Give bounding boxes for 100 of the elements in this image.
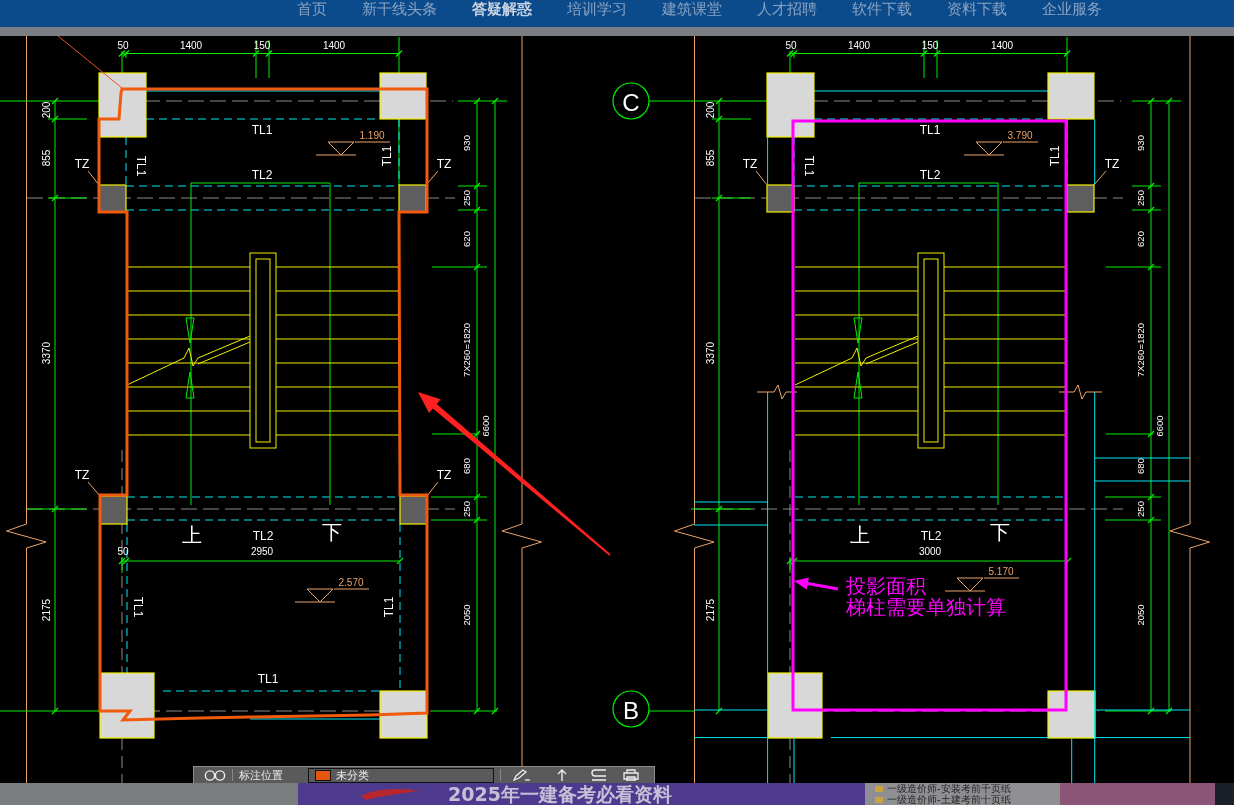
dimension-label: 1400 [990, 39, 1014, 51]
extension-line [1105, 433, 1154, 435]
dimension-label: 200 [40, 101, 52, 119]
extension-line [711, 118, 752, 120]
elevation-marker-icon [315, 141, 357, 156]
dimension-label: 50 [785, 39, 797, 51]
dimension-label: 620 [1134, 231, 1146, 247]
extension-line [1104, 519, 1162, 521]
dimension-label: 855 [40, 149, 52, 167]
extension-line [711, 197, 752, 199]
extension-line [457, 100, 508, 102]
leader-line [755, 170, 768, 186]
extension-line [936, 39, 938, 79]
elevation-label: 1.190 [359, 129, 385, 141]
extension-line [1131, 100, 1182, 102]
dimension-label: 50 [117, 545, 129, 557]
pencil-icon[interactable] [513, 769, 531, 781]
column-tag: TZ [74, 468, 90, 482]
beam-label: TL1 [134, 155, 148, 177]
dimension-label: 250 [1134, 501, 1146, 517]
leader-line [1093, 170, 1107, 186]
elevation-marker-icon [944, 577, 986, 592]
dimension-label: 50 [117, 39, 129, 51]
dimension-label: 250 [1134, 190, 1146, 206]
banner-title: 2025年一建备考必看资料 [448, 783, 672, 805]
nav-link[interactable]: 建筑课堂 [662, 1, 722, 18]
column-block [766, 72, 815, 138]
leader-line [87, 481, 101, 497]
elevation-marker-icon [963, 141, 1005, 156]
column-tag: TZ [742, 157, 758, 171]
banner-link[interactable]: 一级造价师-土建考前十页纸 [875, 794, 1060, 805]
arrowhead-icon [185, 317, 195, 344]
nav-link[interactable]: 新干线头条 [362, 1, 437, 18]
dimension-label: 1400 [322, 39, 346, 51]
dimension-label: 3370 [704, 341, 716, 365]
column-block [99, 672, 155, 739]
beam-label: TL1 [251, 123, 273, 137]
column-block [1047, 72, 1095, 120]
dimension-label: 680 [460, 458, 472, 474]
extension-line [789, 556, 791, 574]
break-line [1169, 523, 1210, 549]
extension-line [457, 209, 488, 211]
printer-icon[interactable] [623, 769, 639, 781]
grid-bubble: B [612, 690, 650, 728]
nav-link[interactable]: 首页 [297, 1, 327, 18]
elevation-marker-icon [294, 588, 336, 603]
column-block [379, 690, 428, 739]
beam-label: TL2 [252, 529, 274, 543]
ad-banner[interactable]: 2025年一建备考必看资料 [298, 783, 865, 805]
grid-bubble: C [612, 82, 650, 120]
dimension-label: 250 [460, 501, 472, 517]
stair-column-block [766, 184, 795, 213]
callout-arrow [794, 577, 839, 591]
dimension-label: 2050 [460, 604, 472, 626]
elevation-line [333, 588, 370, 590]
dimension-label: 2950 [250, 545, 274, 557]
arrowhead-icon [185, 371, 195, 399]
nav-link[interactable]: 企业服务 [1042, 1, 1102, 18]
rings-icon[interactable] [204, 769, 226, 781]
edge-line [767, 136, 769, 185]
dimension-label: 3370 [40, 341, 52, 365]
axis-line [648, 710, 695, 712]
column-tag: TZ [436, 157, 452, 171]
column-block [767, 672, 823, 739]
callout-text: 梯柱需要单独计算 [846, 596, 1006, 619]
dimension-label: 680 [1134, 458, 1146, 474]
banner-link[interactable]: 一级造价师-安装考前千页纸 [875, 783, 1060, 794]
nav-link[interactable]: 培训学习 [567, 1, 627, 18]
beam-label: TL1 [1048, 145, 1062, 167]
nav-link[interactable]: 答疑解惑 [472, 1, 532, 18]
dimension-label: 1400 [847, 39, 871, 51]
nav-link[interactable]: 资料下载 [947, 1, 1007, 18]
dimension-label: 6600 [1153, 415, 1165, 437]
extension-line [431, 433, 480, 435]
dimension-label: 3000 [918, 545, 942, 557]
elevation-label: 2.570 [338, 576, 364, 588]
dimension-label: 150 [253, 39, 271, 51]
column-block [98, 72, 147, 138]
dimension-label: 2175 [40, 598, 52, 622]
dimension-label: 150 [921, 39, 939, 51]
extension-line [26, 508, 88, 510]
nav-link[interactable]: 软件下载 [852, 1, 912, 18]
arrow-up-icon[interactable] [557, 769, 567, 781]
toolbar-label: 标注位置 [239, 768, 283, 782]
category-dropdown[interactable]: 未分类 [308, 767, 494, 783]
extension-line [1131, 209, 1162, 211]
direction-label: 上 [850, 524, 870, 546]
break-line [501, 523, 542, 549]
tray-icon[interactable] [591, 769, 607, 781]
break-line [756, 384, 798, 400]
column-block [379, 72, 427, 120]
beam-label: TL1 [131, 596, 145, 618]
leader-line [426, 481, 439, 497]
dimension-label: 7X260=1820 [460, 322, 472, 378]
break-line [1058, 384, 1103, 400]
beam-label: TL1 [802, 155, 816, 177]
edge-strip [1215, 783, 1234, 805]
nav-link[interactable]: 人才招聘 [757, 1, 817, 18]
extension-line [431, 266, 488, 268]
stair-column-block [398, 184, 427, 213]
